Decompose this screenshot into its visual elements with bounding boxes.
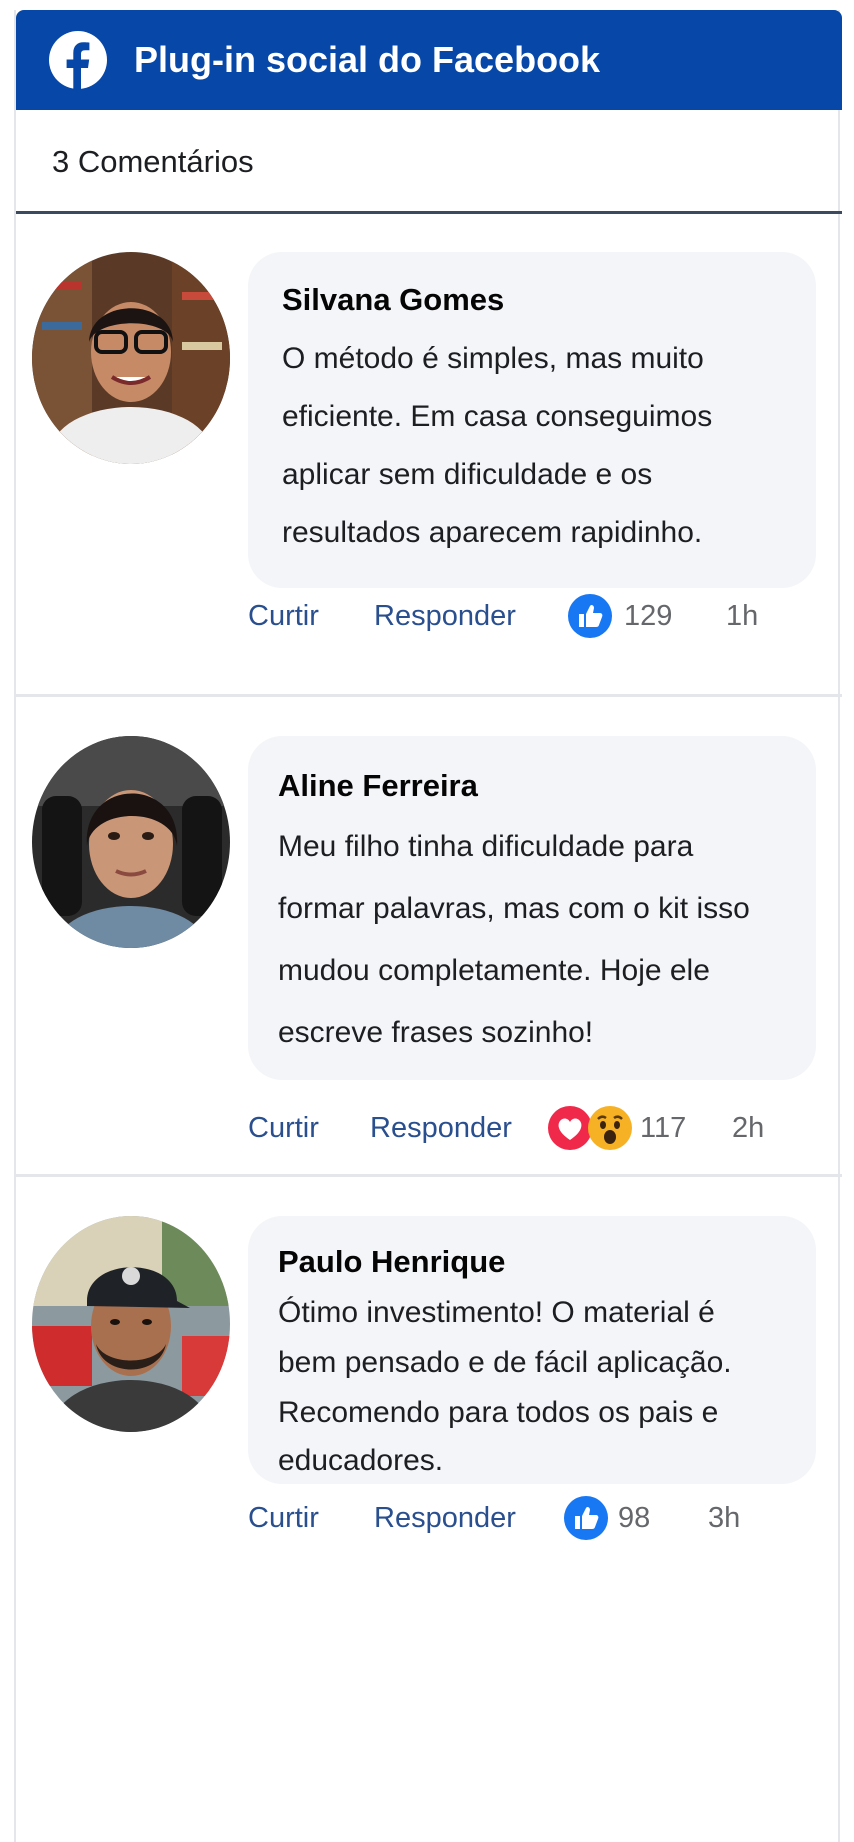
like-button[interactable]: Curtir	[248, 1112, 319, 1145]
comment-bubble: Paulo Henrique Ótimo investimento! O mat…	[248, 1216, 816, 1484]
comment-text-line: bem pensado e de fácil aplicação.	[278, 1346, 732, 1379]
avatar	[32, 252, 230, 464]
comment-item: Aline Ferreira Meu filho tinha dificulda…	[16, 700, 842, 1180]
facebook-logo-icon	[49, 31, 107, 90]
comment-bubble: Aline Ferreira Meu filho tinha dificulda…	[248, 736, 816, 1080]
plugin-header: Plug-in social do Facebook	[16, 10, 842, 110]
comment-time[interactable]: 1h	[726, 600, 758, 633]
comment-text-line: O método é simples, mas muito	[282, 342, 704, 375]
comment-text-line: educadores.	[278, 1444, 444, 1477]
avatar	[32, 736, 230, 948]
avatar	[32, 1216, 230, 1432]
reaction-count[interactable]: 117	[640, 1112, 686, 1145]
like-icon[interactable]	[568, 594, 612, 638]
wow-icon[interactable]	[588, 1106, 632, 1150]
like-button[interactable]: Curtir	[248, 1502, 319, 1535]
comment-bubble: Silvana Gomes O método é simples, mas mu…	[248, 252, 816, 588]
like-button[interactable]: Curtir	[248, 600, 319, 633]
comments-count-bar: 3 Comentários	[16, 110, 842, 214]
comment-time[interactable]: 2h	[732, 1112, 764, 1145]
comment-divider	[16, 1174, 842, 1177]
comment-time[interactable]: 3h	[708, 1502, 740, 1535]
reply-button[interactable]: Responder	[374, 600, 516, 633]
facebook-comments-plugin: Plug-in social do Facebook 3 Comentários	[14, 10, 842, 1842]
reply-button[interactable]: Responder	[370, 1112, 512, 1145]
comment-divider	[16, 694, 842, 697]
comment-text-line: escreve frases sozinho!	[278, 1016, 594, 1049]
comment-text-line: formar palavras, mas com o kit isso	[278, 892, 750, 925]
comment-text-line: mudou completamente. Hoje ele	[278, 954, 710, 987]
comment-author[interactable]: Silvana Gomes	[282, 282, 504, 318]
comment-author[interactable]: Paulo Henrique	[278, 1244, 505, 1280]
love-icon[interactable]	[548, 1106, 592, 1150]
comment-item: Paulo Henrique Ótimo investimento! O mat…	[16, 1180, 842, 1842]
comment-text-line: Meu filho tinha dificuldade para	[278, 830, 694, 863]
comments-count: 3 Comentários	[52, 144, 254, 179]
comment-text-line: eficiente. Em casa conseguimos	[282, 400, 713, 433]
comment-text-line: Ótimo investimento! O material é	[278, 1296, 715, 1329]
reaction-count[interactable]: 129	[624, 600, 672, 633]
plugin-title: Plug-in social do Facebook	[134, 39, 601, 80]
comment-text-line: aplicar sem dificuldade e os	[282, 458, 653, 491]
comment-item: Silvana Gomes O método é simples, mas mu…	[16, 214, 842, 700]
like-icon[interactable]	[564, 1496, 608, 1540]
reaction-count[interactable]: 98	[618, 1502, 650, 1535]
comment-author[interactable]: Aline Ferreira	[278, 768, 478, 804]
comment-text-line: Recomendo para todos os pais e	[278, 1396, 719, 1429]
comment-text-line: resultados aparecem rapidinho.	[282, 516, 703, 549]
reply-button[interactable]: Responder	[374, 1502, 516, 1535]
